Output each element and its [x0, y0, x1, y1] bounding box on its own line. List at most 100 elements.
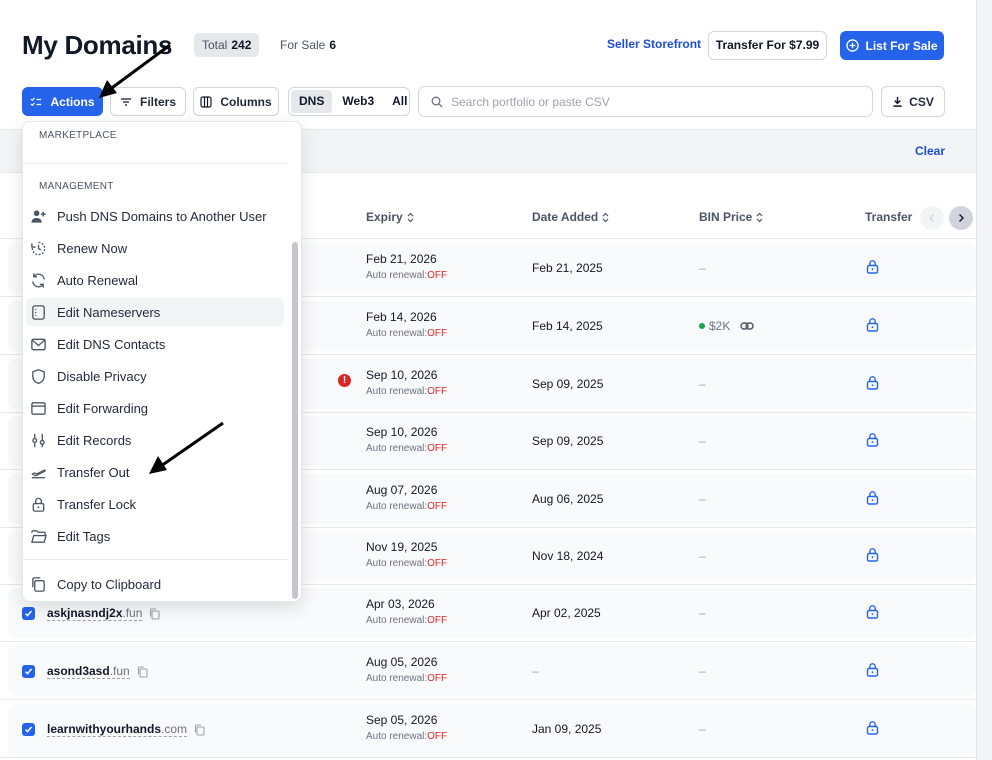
transfer-lock-button[interactable] [866, 720, 879, 740]
auto-renewal-status: Auto renewal:OFF [366, 386, 447, 397]
transfer-lock-button[interactable] [866, 604, 879, 624]
link-icon[interactable] [740, 321, 755, 331]
transfer-button[interactable]: Transfer For $7.99 [708, 31, 827, 60]
auto-renewal-value: OFF [427, 673, 448, 684]
menu-item-edit-forwarding[interactable]: Edit Forwarding [26, 394, 284, 422]
csv-download-button[interactable]: CSV [881, 86, 945, 117]
bin-price-value: $2K [709, 319, 731, 333]
copy-icon[interactable] [149, 607, 160, 625]
col-bin-price[interactable]: BIN Price [699, 210, 763, 224]
auto-renewal-value: OFF [427, 270, 448, 281]
date-added-cell: Sep 09, 2025 [532, 434, 604, 448]
expiry-date: Aug 07, 2026 [366, 483, 438, 497]
auto-renewal-status: Auto renewal:OFF [366, 731, 447, 742]
menu-scrollbar-thumb[interactable] [292, 242, 298, 599]
col-date-added[interactable]: Date Added [532, 210, 609, 224]
renew-icon [31, 241, 46, 255]
col-expiry[interactable]: Expiry [366, 210, 414, 224]
copy-icon[interactable] [137, 665, 148, 683]
page-title: My Domains [22, 30, 173, 60]
copy-icon-glyph [137, 666, 148, 678]
domain-name[interactable]: learnwithyourhands.com [47, 722, 188, 737]
columns-button[interactable]: Columns [193, 87, 279, 116]
menu-item-transfer-out[interactable]: Transfer Out [26, 458, 284, 486]
columns-icon [200, 95, 212, 108]
expiry-date: Feb 21, 2026 [366, 252, 437, 266]
list-for-sale-button[interactable]: List For Sale [840, 31, 944, 60]
segment-dns[interactable]: DNS [291, 90, 333, 113]
transfer-lock-button[interactable] [866, 375, 879, 395]
menu-item-label: Renew Now [57, 240, 128, 256]
menu-item-edit-tags[interactable]: Edit Tags [26, 522, 284, 550]
menu-item-label: Edit Forwarding [57, 400, 149, 416]
menu-item-auto-renewal[interactable]: Auto Renewal [26, 266, 284, 294]
table-row[interactable]: asond3asd.fun Aug 05, 2026 Auto renewal:OF… [0, 642, 976, 700]
row-checkbox[interactable] [22, 665, 35, 678]
domain-tld: .fun [122, 606, 143, 620]
transfer-lock-button[interactable] [866, 547, 879, 567]
segment-all[interactable]: All [384, 90, 415, 113]
expiry-cell: Sep 10, 2026 Auto renewal:OFF [366, 368, 447, 397]
transfer-lock-button[interactable] [866, 490, 879, 510]
auto-renewal-value: OFF [427, 443, 448, 454]
menu-item-label: Edit Nameservers [57, 304, 161, 320]
columns-label: Columns [220, 94, 272, 109]
domain-tld: .fun [109, 664, 130, 678]
menu-item-edit-dns-contacts[interactable]: Edit DNS Contacts [26, 330, 284, 358]
actions-dropdown-menu: MARKETPLACE MANAGEMENT Push DNS Domains … [22, 121, 302, 602]
domain-name[interactable]: askjnasndj2x.fun [47, 606, 143, 621]
menu-item-transfer-lock[interactable]: Transfer Lock [26, 490, 284, 518]
page-scrollbar[interactable] [976, 0, 992, 760]
scroll-left-button[interactable] [920, 206, 944, 230]
bin-price-cell: $2K [699, 319, 755, 333]
lock-icon [32, 497, 45, 512]
seller-storefront-link[interactable]: Seller Storefront [607, 37, 701, 51]
menu-divider [23, 163, 287, 164]
warning-icon[interactable]: ! [338, 374, 351, 387]
table-row[interactable]: learnwithyourhands.com Sep 05, 2026 Auto r… [0, 700, 976, 758]
expiry-date: Apr 03, 2026 [366, 597, 435, 611]
date-added-cell: Feb 21, 2025 [532, 261, 603, 275]
transfer-lock-button[interactable] [866, 259, 879, 279]
total-label: Total [202, 38, 228, 52]
check-icon [24, 610, 33, 617]
row-checkbox[interactable] [22, 723, 35, 736]
actions-button[interactable]: Actions [22, 87, 103, 116]
domain-name[interactable]: asond3asd.fun [47, 664, 130, 679]
menu-item-edit-records[interactable]: Edit Records [26, 426, 284, 454]
copy-icon[interactable] [194, 723, 205, 741]
col-transfer: Transfer [865, 210, 912, 224]
transfer-lock-button[interactable] [866, 662, 879, 682]
transfer-lock-button[interactable] [866, 432, 879, 452]
csv-label: CSV [909, 94, 934, 109]
transfer-lock-button[interactable] [866, 317, 879, 337]
date-added-cell: Sep 09, 2025 [532, 377, 604, 391]
date-added-cell: Apr 02, 2025 [532, 606, 601, 620]
date-added-cell: Nov 18, 2024 [532, 549, 604, 563]
auto-renewal-value: OFF [427, 501, 448, 512]
col-expiry-label: Expiry [366, 210, 403, 224]
auto-renewal-label: Auto renewal: [366, 673, 428, 684]
scroll-right-button[interactable] [949, 206, 973, 230]
search-input[interactable] [451, 94, 851, 109]
date-added-cell: Jan 09, 2025 [532, 722, 602, 736]
menu-item-copy-to-clipboard[interactable]: Copy to Clipboard [26, 570, 284, 598]
expiry-cell: Sep 10, 2026 Auto renewal:OFF [366, 425, 447, 454]
chevron-left-icon [929, 214, 934, 222]
menu-item-edit-nameservers[interactable]: Edit Nameservers [26, 298, 284, 326]
auto-renewal-status: Auto renewal:OFF [366, 615, 447, 626]
copy-icon-glyph [149, 608, 160, 620]
browser-window-icon [31, 401, 46, 415]
segment-web3[interactable]: Web3 [334, 90, 382, 113]
menu-item-disable-privacy[interactable]: Disable Privacy [26, 362, 284, 390]
expiry-date: Feb 14, 2026 [366, 310, 437, 324]
expiry-cell: Feb 21, 2026 Auto renewal:OFF [366, 252, 447, 281]
menu-item-push-dns-domains-to-another-user[interactable]: Push DNS Domains to Another User [26, 202, 284, 230]
filters-button[interactable]: Filters [110, 87, 186, 116]
expiry-cell: Feb 14, 2026 Auto renewal:OFF [366, 310, 447, 339]
clear-selection-button[interactable]: Clear [915, 144, 945, 158]
domain-label: learnwithyourhands [47, 722, 162, 736]
auto-renewal-label: Auto renewal: [366, 501, 428, 512]
row-checkbox[interactable] [22, 607, 35, 620]
menu-item-renew-now[interactable]: Renew Now [26, 234, 284, 262]
